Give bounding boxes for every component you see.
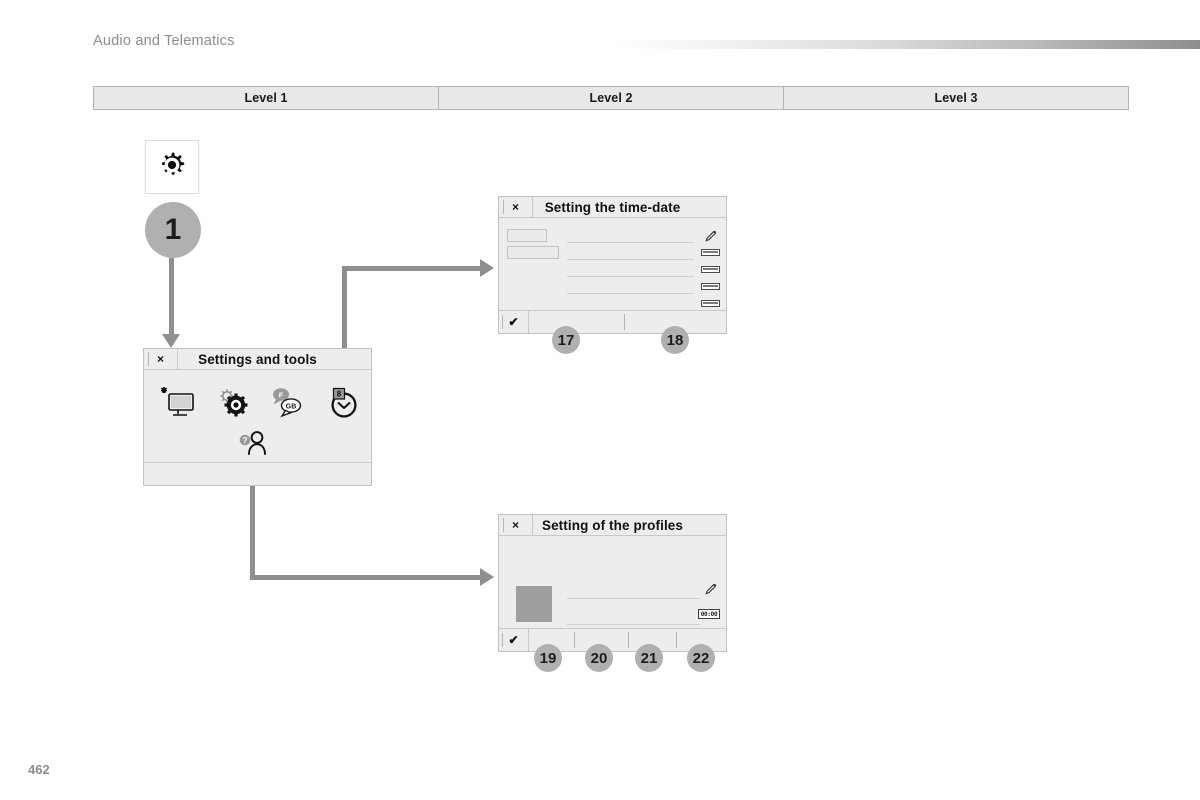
time-date-row[interactable] xyxy=(499,279,726,297)
close-icon: × xyxy=(511,518,519,532)
profiles-panel-body: 00:00 xyxy=(499,536,726,628)
step-badge-1: 1 xyxy=(145,202,201,258)
dash-icon[interactable] xyxy=(701,266,720,273)
close-icon: × xyxy=(156,352,164,366)
clock-time-icon[interactable]: 8 xyxy=(324,386,364,420)
gear-icon xyxy=(154,147,190,188)
time-date-panel-footer: ✔ xyxy=(499,310,726,333)
level-column-3: Level 3 xyxy=(934,91,978,105)
connector-line-step1 xyxy=(169,258,174,336)
settings-panel-title: Settings and tools xyxy=(198,351,317,367)
time-date-row[interactable] xyxy=(499,262,726,280)
row-rule xyxy=(567,242,694,243)
callout-badge-17: 17 xyxy=(552,326,580,354)
time-date-confirm-button[interactable]: ✔ xyxy=(499,311,529,333)
profile-row-rule xyxy=(567,598,700,599)
header-gradient-bar xyxy=(612,40,1200,49)
level-column-1: Level 1 xyxy=(94,87,439,109)
date-value-placeholder xyxy=(507,246,559,259)
connector-line-profiles-horizontal xyxy=(250,575,482,580)
pencil-icon[interactable] xyxy=(704,582,718,596)
settings-panel-titlebar: × Settings and tools xyxy=(144,349,371,370)
connector-line-time-date-horizontal xyxy=(342,266,482,271)
time-date-panel-title: Setting the time-date xyxy=(544,199,681,215)
entry-gear-icon-box xyxy=(145,140,199,194)
callout-badge-21: 21 xyxy=(635,644,663,672)
footer-divider xyxy=(628,632,629,648)
footer-divider xyxy=(574,632,575,648)
settings-gear-icon[interactable] xyxy=(213,386,253,420)
user-profile-help-icon[interactable]: ? xyxy=(236,430,276,464)
level-column-2: Level 2 xyxy=(439,87,784,109)
settings-panel-body: F GB 8 ? xyxy=(144,370,371,462)
settings-panel-close-button[interactable]: × xyxy=(144,349,178,369)
footer-divider xyxy=(624,314,625,330)
time-date-panel-body xyxy=(499,218,726,311)
profiles-panel: × Setting of the profiles 00:00 ✔ xyxy=(498,514,727,652)
dash-icon[interactable] xyxy=(701,249,720,256)
row-rule xyxy=(567,293,694,294)
profiles-panel-titlebar: × Setting of the profiles xyxy=(499,515,726,536)
time-date-close-button[interactable]: × xyxy=(499,197,533,217)
row-rule xyxy=(567,259,694,260)
callout-badge-22: 22 xyxy=(687,644,715,672)
time-date-row[interactable] xyxy=(499,245,726,263)
pencil-icon[interactable] xyxy=(704,229,718,243)
profiles-close-button[interactable]: × xyxy=(499,515,533,535)
settings-and-tools-panel: × Settings and tools F GB 8 ? xyxy=(143,348,372,486)
dash-icon[interactable] xyxy=(701,300,720,307)
settings-panel-footer xyxy=(144,462,371,485)
time-date-panel: × Setting the time-date ✔ xyxy=(498,196,727,334)
callout-badge-18: 18 xyxy=(661,326,689,354)
callout-badge-20: 20 xyxy=(585,644,613,672)
time-date-panel-titlebar: × Setting the time-date xyxy=(499,197,726,218)
digital-clock-icon[interactable]: 00:00 xyxy=(698,609,720,619)
time-value-placeholder xyxy=(507,229,547,242)
language-label-primary: F xyxy=(279,390,284,399)
connector-arrowhead-time-date xyxy=(480,259,494,277)
language-bubble-icon[interactable]: F GB xyxy=(268,386,308,420)
page-number: 462 xyxy=(28,762,50,777)
level-header-table: Level 1 Level 2 Level 3 xyxy=(93,86,1129,110)
checkmark-icon: ✔ xyxy=(508,633,519,647)
language-label-secondary: GB xyxy=(286,403,297,410)
time-date-row[interactable] xyxy=(499,228,726,246)
connector-arrowhead-profiles xyxy=(480,568,494,586)
profiles-panel-title: Setting of the profiles xyxy=(541,517,684,533)
page-section-title: Audio and Telematics xyxy=(93,33,235,49)
clock-badge-label: 8 xyxy=(337,390,342,399)
avatar[interactable] xyxy=(516,586,552,622)
profiles-confirm-button[interactable]: ✔ xyxy=(499,629,529,651)
profile-row-rule xyxy=(567,624,700,625)
close-icon: × xyxy=(511,200,519,214)
help-badge-label: ? xyxy=(243,436,248,445)
row-rule xyxy=(567,276,694,277)
display-brightness-icon[interactable] xyxy=(158,386,198,420)
footer-divider xyxy=(676,632,677,648)
dash-icon[interactable] xyxy=(701,283,720,290)
connector-arrowhead-step1 xyxy=(162,334,180,348)
callout-badge-19: 19 xyxy=(534,644,562,672)
checkmark-icon: ✔ xyxy=(508,315,519,329)
